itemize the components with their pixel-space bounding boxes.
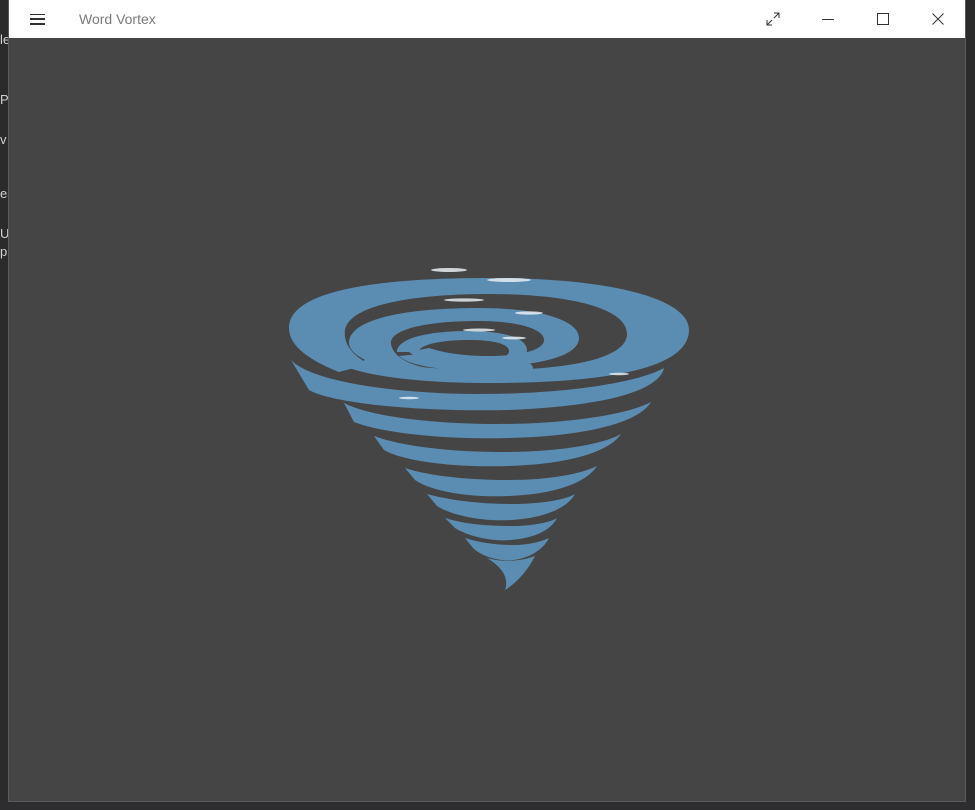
tornado-swirl-shapes	[289, 278, 689, 590]
maximize-button[interactable]	[855, 0, 910, 38]
close-button[interactable]	[910, 0, 965, 38]
background-window-right-edge	[965, 0, 975, 810]
maximize-icon	[876, 13, 889, 25]
background-text-fragment: v	[0, 132, 7, 147]
background-text-fragment: ea	[0, 186, 9, 201]
background-text-fragment: p	[0, 244, 8, 259]
word-vortex-window: Word Vortex	[9, 0, 965, 801]
tornado-vortex-logo	[289, 268, 689, 590]
expand-diagonal-icon	[766, 12, 779, 26]
minimize-icon	[821, 19, 834, 20]
minimize-button[interactable]	[800, 0, 855, 38]
background-text-fragment: le	[0, 32, 9, 47]
fullscreen-button[interactable]	[745, 0, 800, 38]
close-icon	[931, 13, 944, 25]
hamburger-icon	[29, 13, 45, 25]
window-title: Word Vortex	[79, 11, 156, 27]
background-text-fragment: P	[0, 92, 9, 107]
title-bar[interactable]: Word Vortex	[9, 0, 965, 38]
background-text-fragment: U	[0, 226, 9, 241]
hamburger-menu-button[interactable]	[9, 0, 65, 38]
background-window-left-edge: le P v ea U p	[0, 0, 9, 810]
background-window-bottom-edge	[0, 801, 975, 810]
main-content-area	[9, 38, 965, 801]
